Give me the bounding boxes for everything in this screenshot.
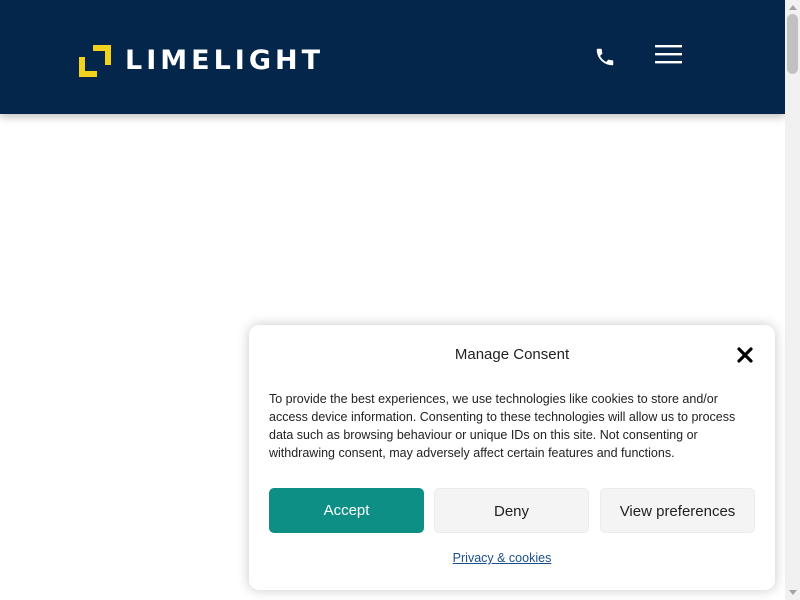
accept-button[interactable]: Accept <box>269 488 424 533</box>
menu-button[interactable] <box>655 43 682 67</box>
site-logo[interactable]: LIMELIGHT <box>79 45 324 77</box>
deny-button[interactable]: Deny <box>434 488 589 533</box>
scrollbar-thumb[interactable] <box>787 14 798 74</box>
page: LIMELIGHT Manage Consent To provide the … <box>0 0 800 600</box>
view-preferences-button[interactable]: View preferences <box>600 488 755 533</box>
close-button[interactable] <box>736 346 754 364</box>
privacy-cookies-link[interactable]: Privacy & cookies <box>249 551 755 565</box>
site-header: LIMELIGHT <box>0 0 785 114</box>
consent-description: To provide the best experiences, we use … <box>269 392 736 460</box>
phone-button[interactable] <box>594 46 616 68</box>
logo-mark-icon <box>79 45 111 77</box>
close-icon <box>737 347 753 363</box>
scroll-down-arrow-icon[interactable] <box>789 590 797 595</box>
consent-title: Manage Consent <box>454 346 570 363</box>
phone-icon <box>596 48 614 66</box>
consent-dialog: Manage Consent To provide the best exper… <box>249 325 775 590</box>
hamburger-menu-icon <box>655 45 682 64</box>
page-scrollbar[interactable] <box>785 0 800 600</box>
scroll-up-arrow-icon[interactable] <box>789 5 797 10</box>
logo-text: LIMELIGHT <box>125 45 324 76</box>
